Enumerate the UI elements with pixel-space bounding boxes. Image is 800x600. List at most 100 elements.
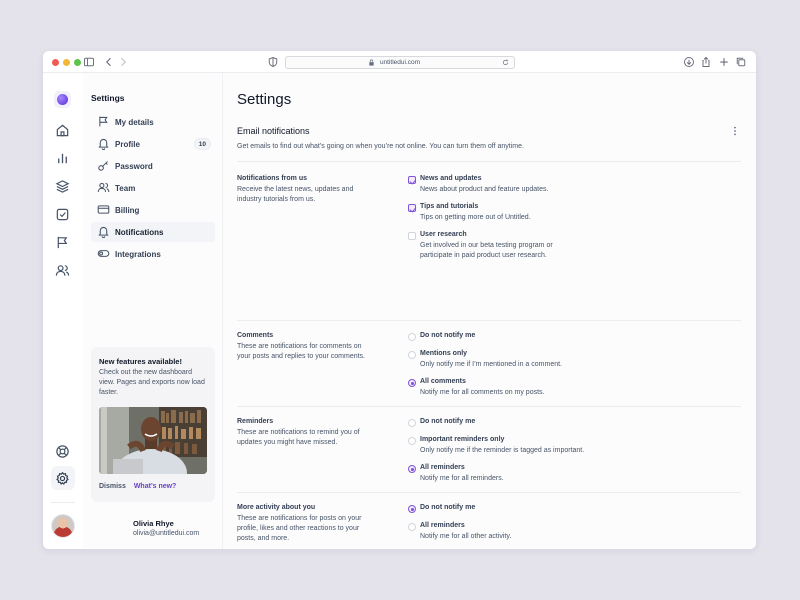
checkbox[interactable] (408, 204, 416, 212)
users-icon (97, 182, 110, 193)
radio-button[interactable] (408, 419, 416, 427)
option-label: User research (420, 231, 467, 238)
settings-sidebar: Settings My details Profile 10 Password … (83, 73, 252, 549)
lock-icon (369, 59, 374, 66)
group-description: These are notifications for comments on … (237, 343, 366, 360)
group-description: These are notifications for posts on you… (237, 515, 362, 542)
back-icon[interactable] (103, 56, 115, 68)
sidebar-item-profile[interactable]: Profile 10 (91, 134, 215, 154)
toggle-icon (97, 250, 110, 257)
dismiss-link[interactable]: Dismiss (99, 483, 126, 490)
home-icon[interactable] (55, 123, 70, 138)
radio-button[interactable] (408, 505, 416, 513)
logo-mark-icon (57, 94, 68, 105)
feature-card-title: New features available! (99, 357, 182, 366)
option-label: Mentions only (420, 350, 468, 357)
count-badge: 10 (193, 138, 211, 150)
radio-button[interactable] (408, 465, 416, 473)
option-label: Important reminders only (420, 436, 505, 443)
tabs-overview-icon[interactable] (735, 56, 747, 68)
bell-icon (98, 138, 109, 150)
section-title: Email notifications (237, 126, 310, 136)
main-content: Settings Email notifications Get emails … (223, 73, 756, 549)
flag-icon[interactable] (55, 235, 70, 250)
sidebar-toggle-icon[interactable] (83, 56, 95, 68)
group-title: More activity about you (237, 504, 316, 511)
user-name: Olivia Rhye (133, 519, 174, 528)
section-divider (237, 161, 741, 162)
feature-card-actions: Dismiss What’s new? (99, 483, 176, 490)
radio-button[interactable] (408, 351, 416, 359)
group-divider (237, 406, 741, 407)
rail-divider (51, 502, 75, 503)
checkbox[interactable] (408, 232, 416, 240)
sidebar-item-my-details[interactable]: My details (91, 112, 215, 132)
user-email: olivia@untitledui.com (133, 530, 200, 537)
option-label: Do not notify me (420, 504, 476, 511)
sidebar-item-notifications[interactable]: Notifications (91, 222, 215, 242)
whats-new-link[interactable]: What’s new? (134, 483, 177, 490)
option-description: Tips on getting more out of Untitled. (420, 214, 531, 221)
sidebar-item-label: Password (115, 162, 153, 171)
bell-icon (98, 226, 109, 238)
group-description: Receive the latest news, updates and ind… (237, 186, 354, 203)
option-label: News and updates (420, 175, 482, 182)
flag-icon (99, 116, 108, 127)
sidebar-item-password[interactable]: Password (91, 156, 215, 176)
section-description: Get emails to find out what’s going on w… (237, 143, 524, 150)
reload-icon[interactable] (502, 59, 509, 66)
group-description: These are notifications to remind you of… (237, 429, 360, 446)
option-label: All reminders (420, 522, 465, 529)
key-icon (98, 161, 108, 171)
sidebar-item-label: Billing (115, 206, 140, 215)
close-window-button[interactable] (52, 59, 59, 66)
option-label: All comments (420, 378, 466, 385)
option-description: Notify me for all comments on my posts. (420, 389, 545, 396)
browser-window: untitledui.com Settings My details Profi… (43, 51, 756, 549)
bar-chart-icon[interactable] (55, 151, 70, 166)
gear-icon[interactable] (55, 471, 70, 486)
shield-icon[interactable] (267, 56, 279, 68)
sidebar-item-billing[interactable]: Billing (91, 200, 215, 220)
sidebar-item-label: Notifications (115, 228, 164, 237)
group-title: Comments (237, 332, 274, 339)
sidebar-item-label: Team (115, 184, 136, 193)
download-icon[interactable] (683, 56, 695, 68)
minimize-window-button[interactable] (63, 59, 70, 66)
radio-button[interactable] (408, 379, 416, 387)
option-description: Only notify me if I’m mentioned in a com… (420, 361, 562, 368)
group-divider (237, 492, 741, 493)
app-logo[interactable] (54, 91, 71, 108)
option-description: Notify me for all other activity. (420, 533, 512, 540)
option-description: Get involved in our beta testing program… (420, 242, 553, 259)
sidebar-item-integrations[interactable]: Integrations (91, 244, 215, 264)
address-bar[interactable]: untitledui.com (285, 56, 515, 69)
check-square-icon[interactable] (55, 207, 70, 222)
option-description: Only notify me if the reminder is tagged… (420, 447, 585, 454)
feature-card-body: Check out the new dashboard view. Pages … (99, 369, 205, 396)
sidebar-item-team[interactable]: Team (91, 178, 215, 198)
sidebar-item-label: My details (115, 118, 154, 127)
option-description: News about product and feature updates. (420, 186, 549, 193)
support-icon[interactable] (55, 444, 70, 459)
radio-button[interactable] (408, 333, 416, 341)
address-bar-url: untitledui.com (379, 59, 421, 66)
maximize-window-button[interactable] (74, 59, 81, 66)
forward-icon[interactable] (117, 56, 129, 68)
avatar[interactable] (51, 514, 75, 538)
option-label: Do not notify me (420, 332, 476, 339)
checkbox[interactable] (408, 176, 416, 184)
radio-button[interactable] (408, 437, 416, 445)
option-label: Do not notify me (420, 418, 476, 425)
users-icon[interactable] (55, 263, 70, 278)
group-divider (237, 320, 741, 321)
new-tab-icon[interactable] (718, 56, 730, 68)
layers-icon[interactable] (55, 179, 70, 194)
feature-card-image (99, 407, 207, 474)
radio-button[interactable] (408, 523, 416, 531)
sidebar-item-label: Profile (115, 140, 140, 149)
share-icon[interactable] (700, 56, 712, 68)
more-vertical-icon[interactable] (729, 125, 741, 137)
option-label: Tips and tutorials (420, 203, 479, 210)
sidebar-item-label: Integrations (115, 250, 161, 259)
